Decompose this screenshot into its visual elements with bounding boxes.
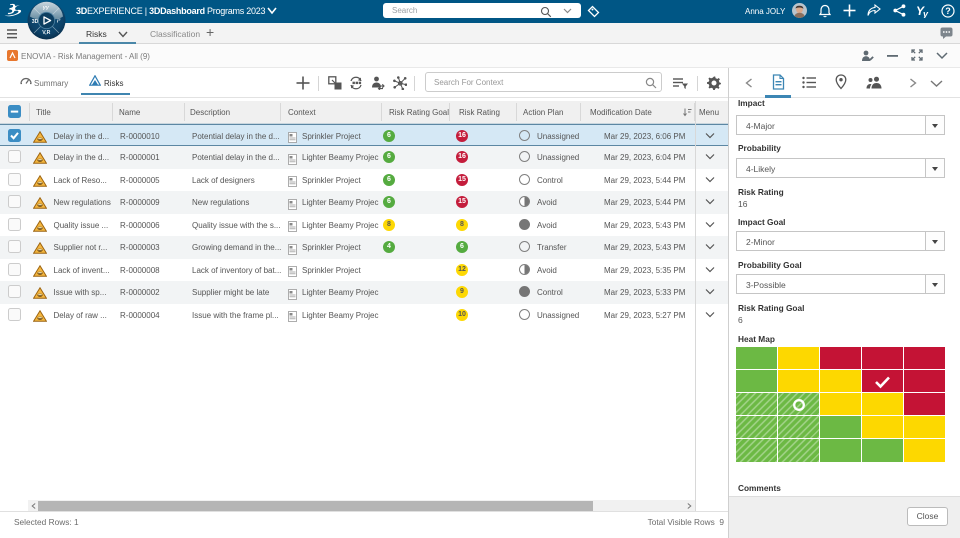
svg-text:y: y — [922, 9, 929, 18]
svg-text:i³: i³ — [57, 19, 60, 25]
svg-text:γγ: γγ — [43, 5, 50, 11]
svg-text:3D: 3D — [32, 19, 39, 25]
svg-text:V,R: V,R — [42, 30, 50, 36]
svg-text:?: ? — [945, 6, 951, 16]
